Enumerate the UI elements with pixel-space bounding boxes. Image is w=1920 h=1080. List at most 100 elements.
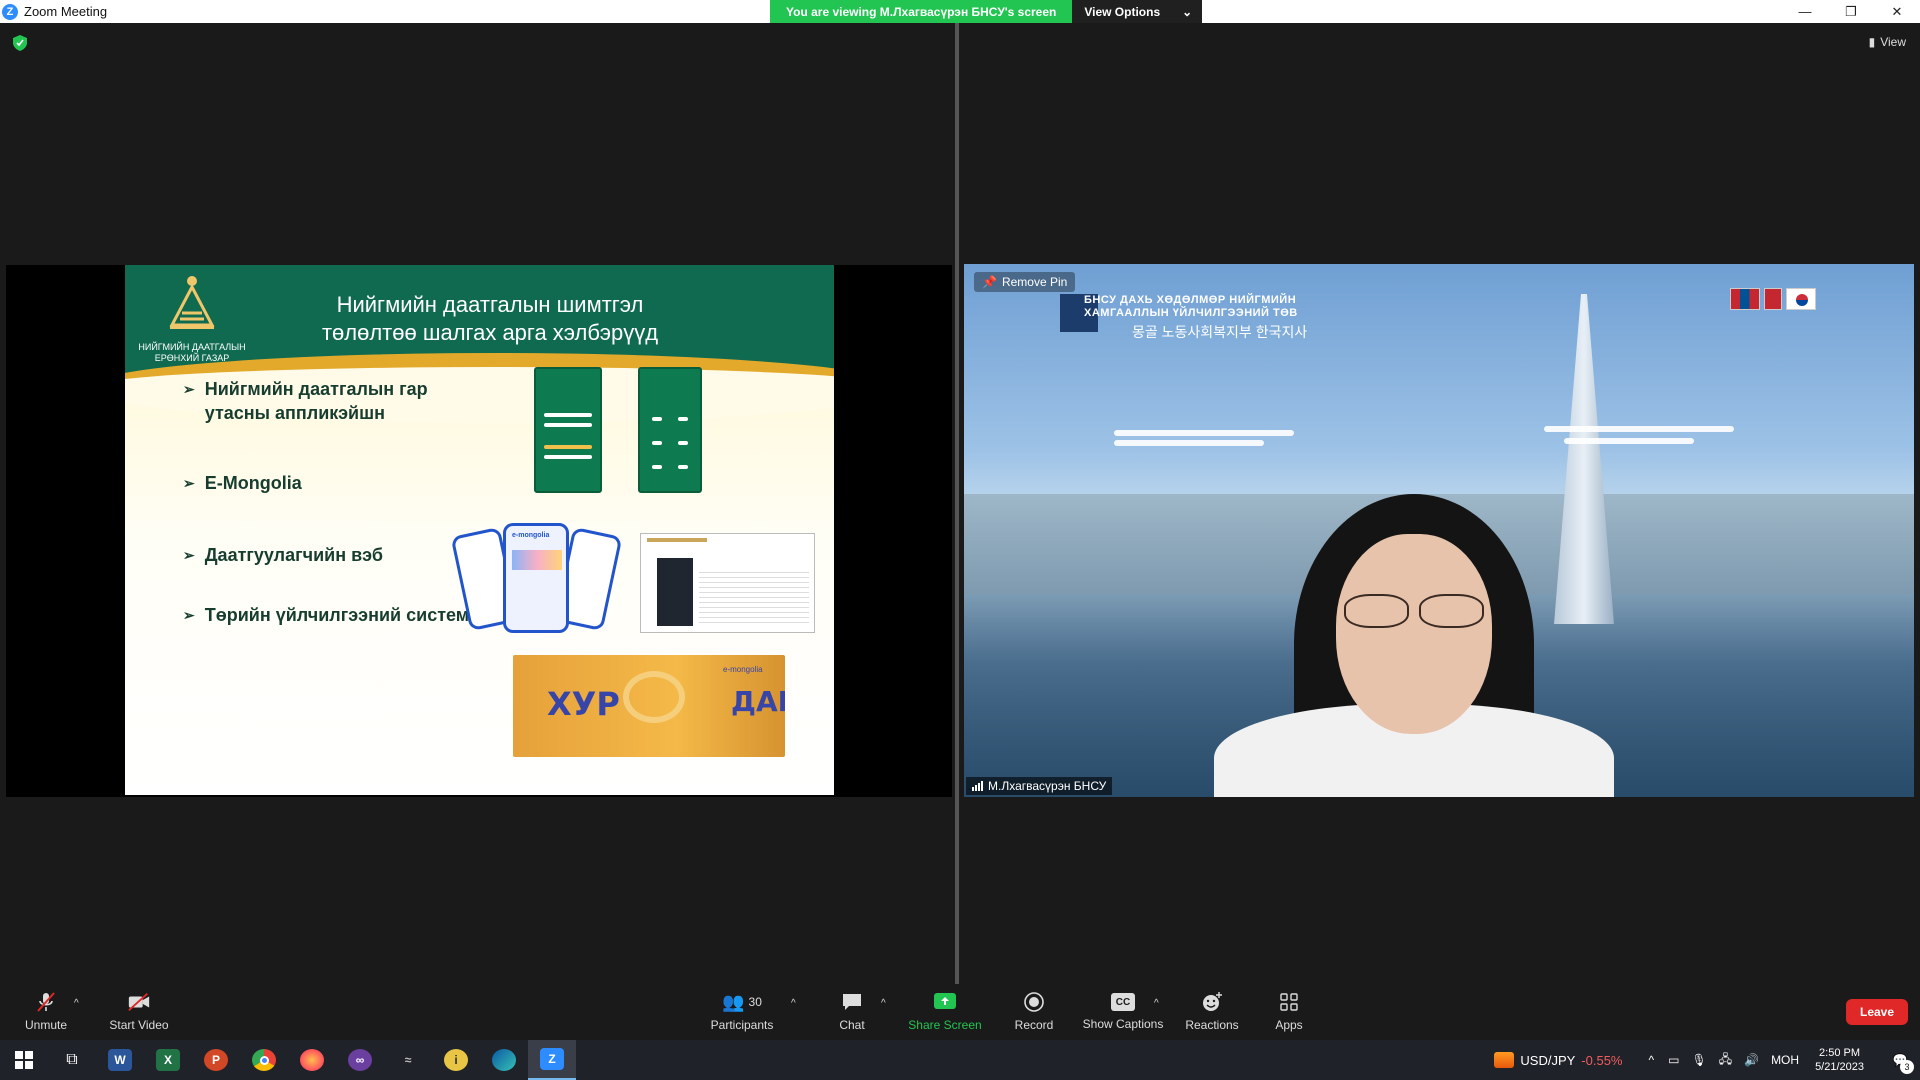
participant-name: М.Лхагвасүрэн БНСУ — [988, 779, 1107, 793]
korea-flag-icon — [1786, 288, 1816, 310]
banner-korean-text: 몽골 노동사회복지부 한국지사 — [1132, 324, 1308, 340]
view-options-button[interactable]: View Options ⌄ — [1072, 0, 1203, 23]
participants-count: 30 — [748, 995, 762, 1009]
share-screen-button[interactable]: Share Screen — [906, 984, 984, 1040]
apps-label: Apps — [1275, 1018, 1303, 1032]
ndeg-emblem-icon — [169, 276, 215, 329]
security-shield-icon[interactable] — [13, 35, 27, 51]
volume-icon[interactable]: 🔊 — [1744, 1053, 1759, 1067]
chat-icon — [840, 992, 864, 1012]
notifications-button[interactable]: 💬 3 — [1880, 1040, 1920, 1080]
bullet-text: Нийгмийн даатгалын гар утасны аппликэйшн — [204, 379, 428, 423]
viewing-banner: You are viewing М.Лхагвасүрэн БНСУ's scr… — [770, 0, 1203, 23]
apps-button[interactable]: Apps — [1270, 984, 1308, 1040]
show-captions-label: Show Captions — [1082, 1017, 1164, 1031]
close-icon[interactable]: ✕ — [1874, 0, 1920, 23]
fish-app-icon[interactable]: ≈ — [384, 1040, 432, 1080]
khur-dan-system-image: ХУР ДАН e-mongolia — [513, 655, 785, 757]
arrow-bullet-icon: ➢ — [183, 475, 195, 491]
notification-count-badge: 3 — [1900, 1060, 1914, 1074]
restore-icon[interactable]: ❐ — [1828, 0, 1874, 23]
flags — [1730, 288, 1816, 310]
participants-icon: 👥 30 — [722, 991, 762, 1012]
bullet-mobile-app: ➢ Нийгмийн даатгалын гар утасны аппликэй… — [183, 377, 433, 425]
participants-caret-icon[interactable]: ^ — [791, 998, 796, 1009]
signal-strength-icon — [972, 781, 983, 791]
background-banner-text: БНСУ ДАХЬ ХӨДӨЛМӨР НИЙГМИЙН ХАМГААЛЛЫН Ү… — [1084, 294, 1298, 320]
share-screen-label: Share Screen — [908, 1018, 982, 1032]
share-screen-icon — [933, 992, 957, 1012]
zoom-taskbar-icon[interactable]: Z — [528, 1040, 576, 1080]
slide-title: Нийгмийн даатгалын шимтгэл төлөлтөө шалг… — [275, 291, 705, 347]
minimize-icon[interactable]: — — [1782, 0, 1828, 23]
viewing-banner-text: You are viewing М.Лхагвасүрэн БНСУ's scr… — [770, 0, 1073, 23]
insured-web-screenshot — [640, 533, 815, 633]
meet-now-icon[interactable]: ▭ — [1668, 1053, 1679, 1067]
view-layout-label: View — [1880, 35, 1906, 49]
audio-options-caret-icon[interactable]: ^ — [74, 998, 79, 1009]
reactions-button[interactable]: Reactions — [1180, 984, 1244, 1040]
show-captions-button[interactable]: CC Show Captions — [1080, 984, 1166, 1040]
windows-start-icon[interactable] — [0, 1040, 48, 1080]
chrome-icon[interactable] — [240, 1040, 288, 1080]
clock-date: 5/21/2023 — [1815, 1061, 1864, 1073]
excel-icon[interactable]: X — [144, 1040, 192, 1080]
microphone-tray-icon[interactable]: 🎙 — [1691, 1053, 1706, 1067]
pinned-video-tile[interactable]: БНСУ ДАХЬ ХӨДӨЛМӨР НИЙГМИЙН ХАМГААЛЛЫН Ү… — [964, 264, 1914, 797]
bullet-emongolia: ➢ E-Mongolia — [183, 471, 302, 495]
window-title: Zoom Meeting — [24, 4, 108, 19]
chevron-down-icon: ⌄ — [1182, 4, 1193, 19]
mobile-app-screenshot-login — [534, 367, 602, 493]
view-layout-button[interactable]: ▮ View — [1869, 35, 1906, 49]
participant-name-tag: М.Лхагвасүрэн БНСУ — [966, 777, 1113, 795]
record-icon — [1022, 992, 1046, 1012]
clock-time: 2:50 PM — [1819, 1047, 1861, 1059]
logo-text-line1: НИЙГМИЙН ДААТГАЛЫН — [138, 342, 246, 352]
bullet-insured-web: ➢ Даатгуулагчийн вэб — [183, 543, 383, 567]
participant-glasses — [1344, 594, 1484, 628]
tray-overflow-chevron-icon[interactable]: ^ — [1649, 1053, 1655, 1067]
bullet-text: E-Mongolia — [204, 473, 302, 493]
leave-button[interactable]: Leave — [1846, 999, 1908, 1025]
unmute-label: Unmute — [24, 1018, 68, 1032]
powerpoint-icon[interactable]: P — [192, 1040, 240, 1080]
taskbar-clock[interactable]: 2:50 PM 5/21/2023 — [1815, 1046, 1864, 1074]
ndeg-logo: НИЙГМИЙН ДААТГАЛЫН ЕРӨНХИЙ ГАЗАР — [137, 273, 247, 364]
apps-icon — [1277, 992, 1301, 1012]
captions-caret-icon[interactable]: ^ — [1154, 998, 1159, 1009]
mask-app-icon[interactable]: ∞ — [336, 1040, 384, 1080]
firefox-icon[interactable] — [288, 1040, 336, 1080]
idea-app-icon[interactable]: i — [432, 1040, 480, 1080]
reactions-smiley-icon — [1200, 992, 1224, 1012]
microphone-muted-icon — [34, 992, 58, 1012]
unmute-button[interactable]: Unmute — [22, 984, 70, 1040]
emongolia-brand: e-mongolia — [512, 532, 550, 539]
stock-ticker-widget[interactable]: USD/JPY -0.55% — [1494, 1052, 1623, 1068]
banner-line2: ХАМГААЛЛЫН ҮЙЛЧИЛГЭЭНИЙ ТӨВ — [1084, 307, 1298, 319]
word-icon[interactable]: W — [96, 1040, 144, 1080]
chat-button[interactable]: Chat — [826, 984, 878, 1040]
remove-pin-button[interactable]: 📌 Remove Pin — [974, 272, 1076, 292]
chat-caret-icon[interactable]: ^ — [881, 998, 886, 1009]
participants-button[interactable]: 👥 30 Participants — [706, 984, 778, 1040]
view-options-label: View Options — [1084, 4, 1161, 19]
bullet-text: Даатгуулагчийн вэб — [204, 545, 383, 565]
mongolia-flag-icon — [1764, 288, 1782, 310]
bullet-state-services: ➢ Төрийн үйлчилгээний систем — [183, 603, 469, 627]
task-view-icon[interactable]: ⧉ — [48, 1040, 96, 1080]
participants-label: Participants — [710, 1018, 774, 1032]
split-view-divider[interactable] — [955, 23, 959, 987]
start-video-button[interactable]: Start Video — [104, 984, 174, 1040]
edge-icon[interactable] — [480, 1040, 528, 1080]
bullet-text: Төрийн үйлчилгээний систем — [204, 605, 470, 625]
network-icon[interactable]: 🖧 — [1719, 1050, 1732, 1071]
reactions-label: Reactions — [1185, 1018, 1239, 1032]
language-indicator[interactable]: МОН — [1771, 1053, 1799, 1067]
remove-pin-label: Remove Pin — [1001, 275, 1068, 289]
window-controls: — ❐ ✕ — [1782, 0, 1920, 23]
record-button[interactable]: Record — [1006, 984, 1062, 1040]
video-off-icon — [127, 992, 151, 1012]
meeting-main-area: ▮ View НИЙГМИЙН ДААТГАЛЫН ЕРӨНХИЙ ГАЗАР — [0, 23, 1920, 987]
title-bar: Z Zoom Meeting You are viewing М.Лхагвас… — [0, 0, 1920, 23]
shared-screen: НИЙГМИЙН ДААТГАЛЫН ЕРӨНХИЙ ГАЗАР Нийгмий… — [6, 265, 952, 797]
